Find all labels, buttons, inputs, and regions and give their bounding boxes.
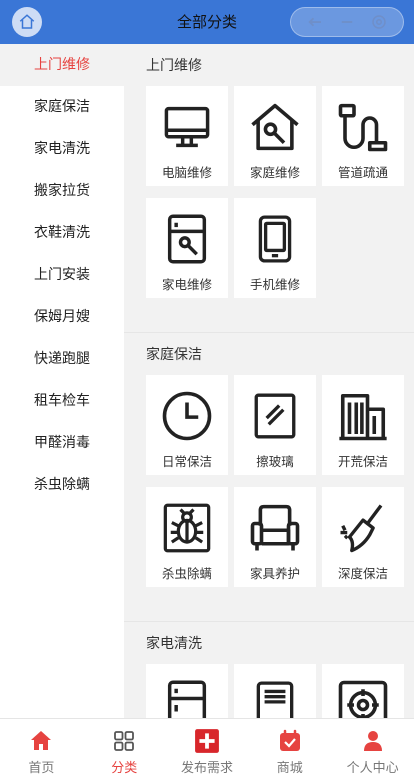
- glass-icon: [254, 393, 296, 439]
- section-appliance-wash: 家电清洗: [124, 621, 414, 718]
- plus-icon: [195, 729, 219, 753]
- home-icon: [31, 731, 52, 750]
- service-card-deep-clean[interactable]: 深度保洁: [322, 487, 404, 587]
- category-sidebar: 上门维修 家庭保洁 家电清洗 搬家拉货 衣鞋清洗 上门安装 保姆月嫂 快递跑腿 …: [0, 44, 124, 718]
- user-icon: [363, 731, 382, 751]
- range-hood-icon: [338, 680, 388, 718]
- tab-label: 个人中心: [346, 761, 399, 776]
- sidebar-item-nanny[interactable]: 保姆月嫂: [0, 296, 124, 338]
- service-card-pest[interactable]: 杀虫除螨: [146, 487, 228, 587]
- section-title: 家电清洗: [146, 636, 202, 652]
- sofa-icon: [250, 504, 300, 551]
- capsule-menu: [290, 7, 404, 37]
- fridge-icon: [167, 680, 207, 718]
- settings-icon: [372, 15, 386, 29]
- house-wrench-icon: [251, 103, 299, 151]
- settings-button[interactable]: [368, 11, 390, 33]
- section-cleaning: 家庭保洁 日常保洁 擦玻璃 开荒保洁 杀虫除螨 家具养护 深度保洁: [124, 332, 414, 621]
- category-content: 上门维修 电脑维修 家庭维修 管道疏通 家电维修 手机维修 家庭保洁 日常保洁 …: [124, 44, 414, 718]
- sidebar-item-formaldehyde[interactable]: 甲醛消毒: [0, 422, 124, 464]
- service-label: 家电维修: [161, 277, 212, 292]
- tab-label: 发布需求: [180, 761, 233, 776]
- service-label: 电脑维修: [161, 165, 212, 180]
- service-label: 管道疏通: [337, 165, 388, 180]
- sidebar-item-car[interactable]: 租车检车: [0, 380, 124, 422]
- service-card-fridge-wash[interactable]: [146, 664, 228, 718]
- service-card-home-repair[interactable]: 家庭维修: [234, 86, 316, 186]
- clock-icon: [162, 391, 212, 441]
- sidebar-item-cleaning[interactable]: 家庭保洁: [0, 86, 124, 128]
- back-button[interactable]: [304, 11, 326, 33]
- tab-profile[interactable]: 个人中心: [331, 719, 414, 780]
- tab-label: 商城: [276, 761, 303, 776]
- service-card-ac-wash[interactable]: [234, 664, 316, 718]
- service-label: 手机维修: [249, 277, 300, 292]
- pipe-icon: [338, 103, 388, 152]
- service-label: 家庭维修: [249, 165, 300, 180]
- service-card-furniture[interactable]: 家具养护: [234, 487, 316, 587]
- sidebar-item-laundry[interactable]: 衣鞋清洗: [0, 212, 124, 254]
- tab-label: 首页: [28, 761, 55, 776]
- building-icon: [339, 393, 387, 441]
- more-icon: [341, 21, 353, 23]
- sidebar-item-install[interactable]: 上门安装: [0, 254, 124, 296]
- service-label: 深度保洁: [337, 566, 388, 581]
- sidebar-item-moving[interactable]: 搬家拉货: [0, 170, 124, 212]
- service-grid: [146, 664, 414, 718]
- service-grid: 电脑维修 家庭维修 管道疏通 家电维修 手机维修: [146, 86, 414, 310]
- bug-icon: [163, 503, 211, 553]
- sidebar-item-errand[interactable]: 快递跑腿: [0, 338, 124, 380]
- monitor-icon: [164, 106, 210, 148]
- service-label: 杀虫除螨: [161, 566, 212, 581]
- section-title: 上门维修: [146, 58, 202, 74]
- service-card-computer[interactable]: 电脑维修: [146, 86, 228, 186]
- back-icon: [308, 17, 321, 27]
- sidebar-item-pest[interactable]: 杀虫除螨: [0, 464, 124, 506]
- tab-post-request[interactable]: 发布需求: [166, 719, 249, 780]
- phone-icon: [258, 215, 292, 263]
- sidebar-item-appliance-wash[interactable]: 家电清洗: [0, 128, 124, 170]
- tab-category[interactable]: 分类: [83, 719, 166, 780]
- broom-icon: [340, 504, 383, 553]
- service-card-phone[interactable]: 手机维修: [234, 198, 316, 298]
- section-title: 家庭保洁: [146, 347, 202, 363]
- service-card-window[interactable]: 擦玻璃: [234, 375, 316, 475]
- tab-shop[interactable]: 商城: [248, 719, 331, 780]
- service-label: 开荒保洁: [337, 454, 388, 469]
- service-card-hood-wash[interactable]: [322, 664, 404, 718]
- bottom-tab-bar: 首页 分类 发布需求 商城 个人中心: [0, 718, 414, 780]
- service-card-daily-clean[interactable]: 日常保洁: [146, 375, 228, 475]
- header-bar: 全部分类: [0, 0, 414, 44]
- tab-label: 分类: [111, 761, 138, 776]
- shop-icon: [279, 729, 300, 751]
- more-button[interactable]: [336, 11, 358, 33]
- category-icon: [114, 731, 135, 751]
- service-label: 擦玻璃: [256, 454, 294, 469]
- air-conditioner-icon: [256, 681, 294, 718]
- section-repair: 上门维修 电脑维修 家庭维修 管道疏通 家电维修 手机维修: [124, 44, 414, 332]
- sidebar-item-repair[interactable]: 上门维修: [0, 44, 124, 86]
- service-label: 家具养护: [249, 566, 300, 581]
- service-grid: 日常保洁 擦玻璃 开荒保洁 杀虫除螨 家具养护 深度保洁: [146, 375, 414, 599]
- service-card-deep-new[interactable]: 开荒保洁: [322, 375, 404, 475]
- service-card-pipe[interactable]: 管道疏通: [322, 86, 404, 186]
- tab-home[interactable]: 首页: [0, 719, 83, 780]
- service-label: 日常保洁: [161, 454, 212, 469]
- service-card-appliance-repair[interactable]: 家电维修: [146, 198, 228, 298]
- fridge-wrench-icon: [167, 214, 207, 264]
